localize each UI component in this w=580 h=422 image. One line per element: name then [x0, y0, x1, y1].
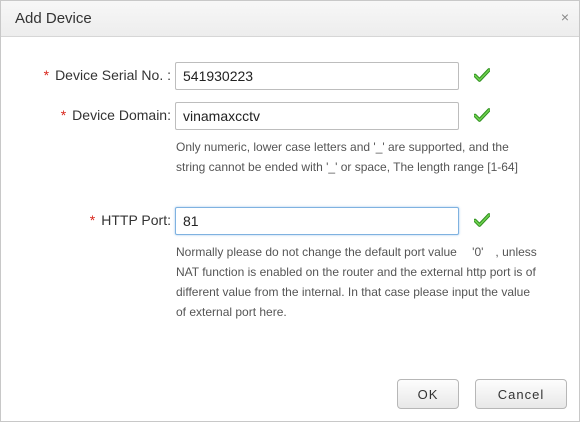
check-icon: [474, 68, 490, 82]
http-port-label: HTTP Port:: [101, 212, 171, 228]
ok-button[interactable]: OK: [397, 379, 459, 409]
serial-input[interactable]: [175, 62, 459, 90]
domain-label: Device Domain:: [72, 107, 171, 123]
domain-input[interactable]: [175, 102, 459, 130]
check-icon: [474, 213, 490, 227]
required-marker: *: [60, 107, 67, 123]
serial-label: Device Serial No. :: [55, 67, 171, 83]
dialog-titlebar: Add Device ×: [1, 1, 579, 37]
cancel-button[interactable]: Cancel: [475, 379, 567, 409]
close-icon[interactable]: ×: [561, 9, 569, 25]
domain-label-row: * Device Domain:: [61, 107, 171, 123]
http-port-input[interactable]: [175, 207, 459, 235]
dialog-title: Add Device: [15, 10, 92, 27]
http-port-label-row: * HTTP Port:: [90, 212, 171, 228]
domain-hint: Only numeric, lower case letters and '_'…: [176, 140, 518, 174]
required-marker: *: [43, 67, 50, 83]
add-device-dialog: Add Device × * Device Serial No. : * Devic…: [0, 0, 580, 422]
http-port-hint: Normally please do not change the defaul…: [176, 245, 537, 319]
check-icon: [474, 108, 490, 122]
serial-label-row: * Device Serial No. :: [44, 67, 171, 83]
required-marker: *: [89, 212, 96, 228]
